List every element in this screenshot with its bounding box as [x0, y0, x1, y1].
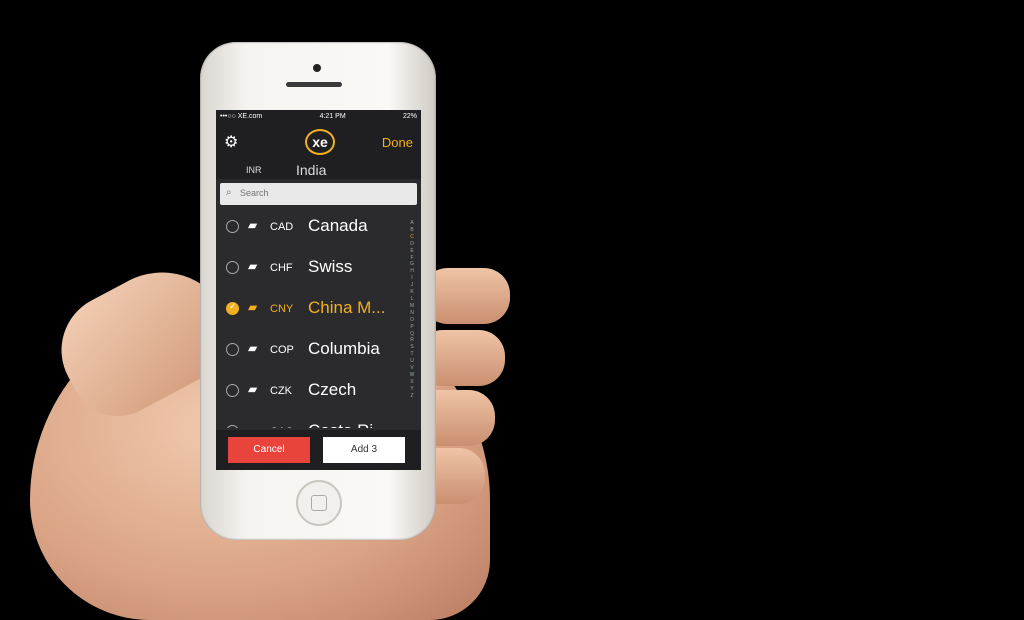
index-letter[interactable]: D — [407, 241, 417, 248]
index-letter[interactable]: N — [407, 310, 417, 317]
base-currency-code: INR — [246, 165, 262, 175]
index-letter[interactable]: L — [407, 296, 417, 303]
earpiece-speaker — [286, 82, 342, 87]
index-letter[interactable]: J — [407, 282, 417, 289]
index-letter[interactable]: V — [407, 365, 417, 372]
currency-name: Columbia — [308, 339, 380, 358]
checked-radio-icon[interactable] — [226, 301, 239, 315]
app-screen: •••○○ XE.com 4:21 PM 22% ⚙ xe Done INR I… — [216, 110, 421, 470]
status-bar: •••○○ XE.com 4:21 PM 22% — [216, 110, 421, 123]
index-letter[interactable]: G — [407, 261, 417, 268]
country-map-icon: ▰ — [248, 259, 258, 273]
front-camera — [313, 64, 321, 72]
index-letter[interactable]: S — [407, 344, 417, 351]
cancel-button[interactable]: Cancel — [228, 437, 310, 463]
currency-row[interactable]: ▰ CNY China M... — [216, 288, 421, 329]
index-letter[interactable]: K — [407, 289, 417, 296]
nav-bar: ⚙ xe Done — [216, 123, 421, 161]
index-letter[interactable]: U — [407, 358, 417, 365]
add-button[interactable]: Add 3 — [323, 437, 405, 463]
base-currency-row: INR India — [216, 161, 421, 179]
search-icon: ⌕ — [226, 187, 232, 198]
search-bar: ⌕ — [220, 183, 417, 205]
index-letter[interactable]: P — [407, 324, 417, 331]
index-letter[interactable]: C — [407, 234, 417, 241]
currency-row[interactable]: ▰ CHF Swiss — [216, 247, 421, 288]
bottom-action-bar: Cancel Add 3 — [216, 430, 421, 470]
index-letter[interactable]: E — [407, 248, 417, 255]
currency-code: CHF — [270, 262, 293, 274]
done-button[interactable]: Done — [382, 135, 413, 150]
index-letter[interactable]: Y — [407, 386, 417, 393]
currency-name: Czech — [308, 380, 357, 399]
radio-icon[interactable] — [226, 384, 239, 397]
index-letter[interactable]: X — [407, 379, 417, 386]
index-letter[interactable]: H — [407, 268, 417, 275]
currency-list: ▰CADCanada▰CHFSwiss▰CNYChina M...▰COPCol… — [216, 206, 421, 428]
index-letter[interactable]: T — [407, 351, 417, 358]
currency-code: CZK — [270, 385, 292, 397]
country-map-icon: ▰ — [248, 300, 258, 314]
radio-icon[interactable] — [226, 261, 239, 274]
currency-row[interactable]: ▰ CZK Czech — [216, 370, 421, 411]
currency-name: Swiss — [308, 257, 353, 276]
currency-row[interactable]: ▰ CAC Costa Ri — [216, 411, 421, 428]
base-currency-name: India — [296, 162, 327, 178]
country-map-icon: ▰ — [248, 382, 258, 396]
index-letter[interactable]: I — [407, 275, 417, 282]
gear-icon[interactable]: ⚙ — [224, 132, 238, 152]
radio-icon[interactable] — [226, 425, 239, 428]
currency-code: CAD — [270, 221, 294, 233]
alphabet-index[interactable]: ABCDEFGHIJKLMNOPQRSTUVWXYZ — [407, 220, 417, 400]
index-letter[interactable]: F — [407, 255, 417, 262]
index-letter[interactable]: M — [407, 303, 417, 310]
index-letter[interactable]: R — [407, 337, 417, 344]
carrier-label: •••○○ XE.com — [220, 113, 263, 120]
index-letter[interactable]: Z — [407, 393, 417, 400]
currency-row[interactable]: ▰ COP Columbia — [216, 329, 421, 370]
battery-label: 22% — [402, 113, 417, 120]
index-letter[interactable]: W — [407, 372, 417, 379]
index-letter[interactable]: B — [407, 227, 417, 234]
home-button[interactable] — [296, 480, 342, 526]
currency-row[interactable]: ▰ CAD Canada — [216, 206, 421, 247]
radio-icon[interactable] — [226, 343, 239, 356]
search-input[interactable] — [240, 185, 410, 201]
country-map-icon: ▰ — [248, 218, 258, 232]
country-map-icon: ▰ — [248, 423, 257, 428]
index-letter[interactable]: Q — [407, 331, 417, 338]
index-letter[interactable]: A — [407, 220, 417, 227]
currency-code: CNY — [270, 303, 294, 315]
country-map-icon: ▰ — [248, 341, 258, 355]
clock: 4:21 PM — [319, 113, 346, 120]
currency-code: CAC — [270, 426, 293, 428]
currency-code: COP — [270, 344, 294, 356]
currency-name: China M... — [308, 298, 386, 317]
currency-name: Canada — [308, 216, 368, 235]
radio-icon[interactable] — [226, 220, 239, 233]
xe-logo: xe — [305, 129, 335, 155]
index-letter[interactable]: O — [407, 317, 417, 324]
phone-device: •••○○ XE.com 4:21 PM 22% ⚙ xe Done INR I… — [200, 42, 436, 540]
currency-name: Costa Ri — [308, 421, 373, 428]
